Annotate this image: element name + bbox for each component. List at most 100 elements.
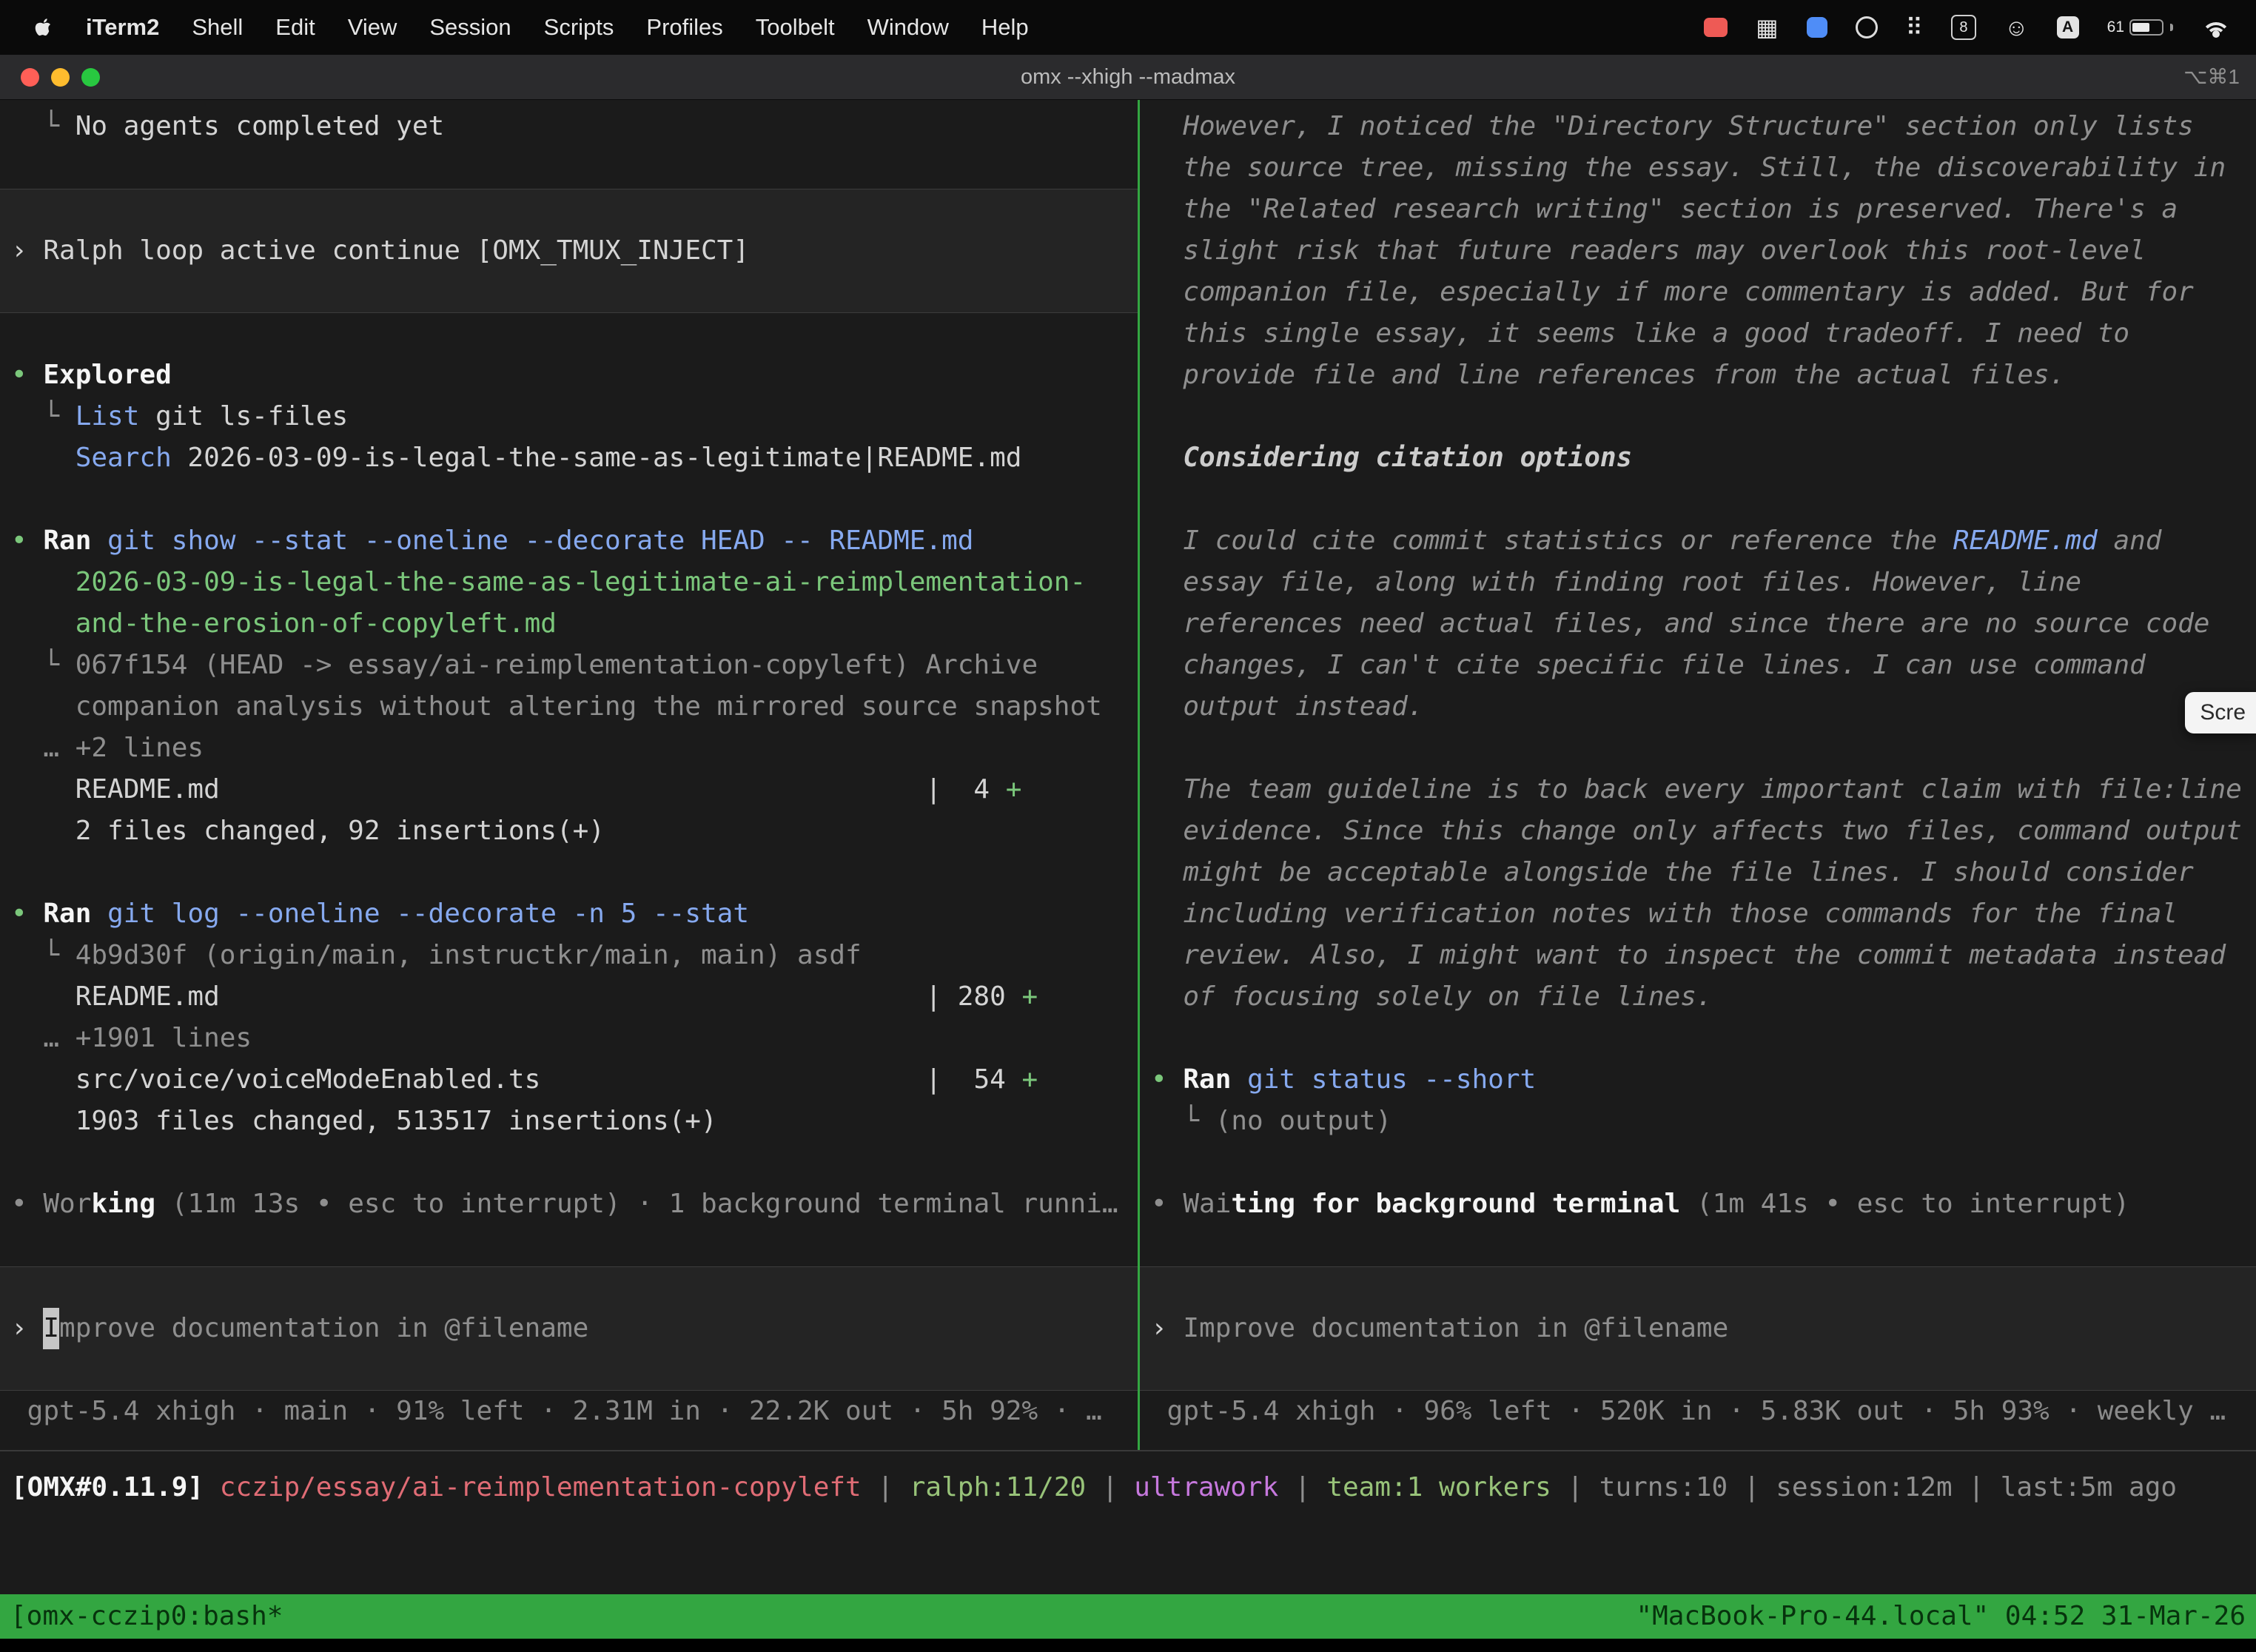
queued-prompt-text: Ralph loop active continue [OMX_TMUX_INJ… [43,230,749,272]
terminal-line: 1903 files changed, 513517 insertions(+) [0,1101,1138,1142]
account-icon[interactable]: ☺ [2004,16,2029,39]
window-title-bar[interactable]: omx --xhigh --madmax ⌥⌘1 [0,55,2256,100]
terminal-line: might be acceptable alongside the file l… [1140,852,2256,893]
screen-share-button[interactable]: Scre [2185,692,2256,733]
model-status-line: gpt-5.4 xhigh · 96% left · 520K in · 5.8… [1140,1391,2256,1432]
terminal-line [1140,479,2256,520]
dots-grid-icon[interactable]: ⠿ [1906,16,1923,39]
terminal-line: references need actual files, and since … [1140,603,2256,645]
menu-item-view[interactable]: View [332,14,414,41]
menu-item-profiles[interactable]: Profiles [630,14,739,41]
menu-item-session[interactable]: Session [413,14,527,41]
raycast-icon[interactable] [1807,17,1827,38]
right-pane[interactable]: However, I noticed the "Directory Struct… [1140,100,2256,1450]
terminal-line: output instead. [1140,686,2256,728]
menu-item-toolbelt[interactable]: Toolbelt [739,14,851,41]
terminal-line [0,479,1138,520]
apple-logo-icon [31,13,55,41]
terminal-line: README.md | 280 + [0,976,1138,1018]
terminal-line: including verification notes with those … [1140,893,2256,935]
menu-item-window[interactable]: Window [851,14,965,41]
menu-item-help[interactable]: Help [965,14,1045,41]
terminal-line: changes, I can't cite specific file line… [1140,645,2256,686]
tmux-host-time: "MacBook-Pro-44.local" 04:52 31-Mar-26 [1636,1594,2246,1639]
terminal-line: └ 4b9d30f (origin/main, instructkr/main,… [0,935,1138,976]
input-source-icon[interactable]: A [2057,16,2079,38]
terminal-line: of focusing solely on file lines. [1140,976,2256,1018]
terminal-line [1140,1018,2256,1059]
split-panes: └ No agents completed yet › Ralph loop a… [0,100,2256,1451]
window-title: omx --xhigh --madmax [0,55,2256,99]
menu-item-edit[interactable]: Edit [259,14,331,41]
terminal-line: … +2 lines [0,728,1138,769]
battery-cap [2170,24,2173,31]
terminal-line: Search 2026-03-09-is-legal-the-same-as-l… [0,437,1138,479]
terminal-line: essay file, along with finding root file… [1140,562,2256,603]
terminal-line: • Ran git show --stat --oneline --decora… [0,520,1138,562]
terminal-line: • Explored [0,355,1138,396]
terminal-output: However, I noticed the "Directory Struct… [1140,106,2256,1266]
terminal-line [0,852,1138,893]
terminal-output: • Explored └ List git ls-files Search 20… [0,313,1138,1266]
terminal-line: • Ran git log --oneline --decorate -n 5 … [0,893,1138,935]
terminal-line: 2 files changed, 92 insertions(+) [0,810,1138,852]
model-status-line: gpt-5.4 xhigh · main · 91% left · 2.31M … [0,1391,1138,1432]
battery-icon [2129,19,2163,36]
terminal-line: and-the-erosion-of-copyleft.md [0,603,1138,645]
terminal-line [1140,1225,2256,1266]
terminal-line: provide file and line references from th… [1140,355,2256,396]
terminal-line [0,313,1138,355]
terminal-line: └ No agents completed yet [0,106,1138,147]
screen-recording-indicator-icon[interactable] [1704,18,1728,37]
input-ghost-text: Improve documentation in @filename [1183,1308,1728,1349]
menu-item-shell[interactable]: Shell [175,14,259,41]
terminal-line: the source tree, missing the essay. Stil… [1140,147,2256,189]
menu-bar-left: iTerm2 Shell Edit View Session Scripts P… [0,13,1045,41]
app-ring-icon[interactable] [1856,16,1878,38]
input-ghost-text: mprove documentation in @filename [59,1308,588,1349]
terminal-line [1140,396,2256,437]
keyboard-viewer-icon[interactable]: ▦ [1756,16,1778,39]
menu-bar: iTerm2 Shell Edit View Session Scripts P… [0,0,2256,55]
terminal-line [0,147,1138,189]
prompt-input[interactable]: › Improve documentation in @filename [1140,1266,2256,1391]
terminal-line: this single essay, it seems like a good … [1140,313,2256,355]
terminal-line: └ (no output) [1140,1101,2256,1142]
prompt-input[interactable]: › I mprove documentation in @filename [0,1266,1138,1391]
terminal-line: • Waiting for background terminal (1m 41… [1140,1183,2256,1225]
menu-item-scripts[interactable]: Scripts [528,14,631,41]
keycap-8-icon[interactable]: 8 [1951,15,1976,40]
queued-prompt-box: › Ralph loop active continue [OMX_TMUX_I… [0,189,1138,313]
tmux-session-info: [omx-cczip0:bash* [10,1594,283,1639]
terminal-line: └ 067f154 (HEAD -> essay/ai-reimplementa… [0,645,1138,686]
terminal-line: • Ran git status --short [1140,1059,2256,1101]
prompt-chevron: › [11,230,43,272]
terminal-line [1140,728,2256,769]
prompt-chevron: › [1151,1308,1183,1349]
terminal-line: I could cite commit statistics or refere… [1140,520,2256,562]
window-shortcut-label: ⌥⌘1 [2183,55,2240,99]
wifi-icon[interactable] [2201,16,2231,38]
terminal-line: companion analysis without altering the … [0,686,1138,728]
terminal-line: slight risk that future readers may over… [1140,230,2256,272]
terminal-line: README.md | 4 + [0,769,1138,810]
terminal-output: └ No agents completed yet [0,106,1138,189]
terminal-window: └ No agents completed yet › Ralph loop a… [0,100,2256,1639]
battery-indicator[interactable]: 61 [2107,19,2173,36]
terminal-line [0,1142,1138,1183]
text-cursor: I [43,1308,59,1349]
left-pane[interactable]: └ No agents completed yet › Ralph loop a… [0,100,1138,1450]
terminal-line: └ List git ls-files [0,396,1138,437]
terminal-line: Considering citation options [1140,437,2256,479]
apple-menu[interactable] [21,13,70,41]
terminal-line: The team guideline is to back every impo… [1140,769,2256,810]
terminal-line: … +1901 lines [0,1018,1138,1059]
prompt-chevron: › [11,1308,43,1349]
terminal-line: the "Related research writing" section i… [1140,189,2256,230]
menu-item-iterm2[interactable]: iTerm2 [70,14,175,41]
omx-status-bar: [OMX#0.11.9] cczip/essay/ai-reimplementa… [0,1451,2256,1514]
terminal-line [1140,1142,2256,1183]
tmux-status-bar: [omx-cczip0:bash* "MacBook-Pro-44.local"… [0,1594,2256,1639]
terminal-line: [OMX#0.11.9] cczip/essay/ai-reimplementa… [0,1472,2256,1514]
terminal-line: evidence. Since this change only affects… [1140,810,2256,852]
